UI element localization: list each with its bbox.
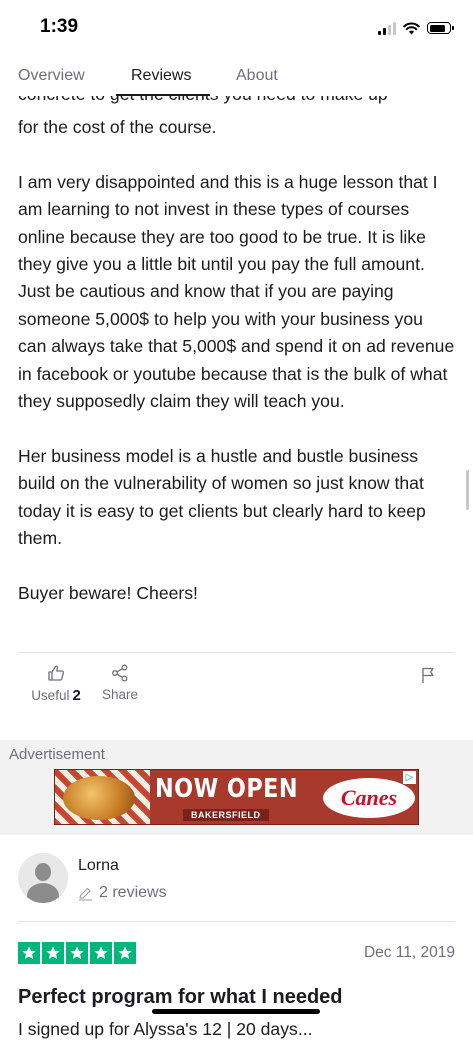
- review-title[interactable]: Perfect program for what I needed: [18, 986, 343, 1009]
- status-icons: [378, 19, 454, 37]
- reviewer-name[interactable]: Lorna: [78, 857, 119, 875]
- ad-food-image: [63, 776, 135, 820]
- status-bar: 1:39: [0, 0, 473, 56]
- pencil-icon: [79, 887, 92, 901]
- home-indicator: [152, 1009, 320, 1014]
- avatar-head-shape: [35, 863, 51, 881]
- thumbs-up-icon: [48, 665, 65, 681]
- ad-location: BAKERSFIELD: [183, 809, 269, 821]
- tab-about[interactable]: About: [236, 67, 278, 85]
- report-button[interactable]: [418, 666, 438, 687]
- divider: [18, 921, 455, 922]
- review-paragraph: Buyer beware! Cheers!: [18, 582, 198, 603]
- scrolled-text-line: concrete to get the clients you need to …: [18, 96, 458, 108]
- share-icon: [112, 664, 128, 682]
- flag-icon: [422, 667, 434, 683]
- review-date: Dec 11, 2019: [363, 944, 455, 961]
- review-paragraph: for the cost of the course.: [18, 117, 217, 137]
- wifi-icon: [403, 21, 420, 34]
- useful-label: Useful: [31, 688, 70, 703]
- advertisement-block: Advertisement NOW OPEN BAKERSFIELD Canes…: [0, 740, 473, 835]
- active-tab-indicator: [116, 94, 210, 96]
- useful-button[interactable]: Useful 2: [28, 664, 84, 704]
- star-icon: [114, 942, 136, 964]
- divider: [18, 652, 455, 653]
- ad-banner[interactable]: NOW OPEN BAKERSFIELD Canes ▷: [54, 769, 419, 825]
- scrollbar-thumb[interactable]: [466, 470, 469, 510]
- ad-headline: NOW OPEN: [155, 774, 299, 804]
- share-label: Share: [101, 687, 139, 702]
- cellular-signal-icon: [378, 21, 396, 35]
- avatar[interactable]: [18, 853, 68, 903]
- useful-count: 2: [72, 687, 81, 704]
- review-paragraph: I am very disappointed and this is a hug…: [18, 171, 455, 412]
- status-time: 1:39: [40, 16, 79, 37]
- reviewer-reviews: 2 reviews: [78, 884, 167, 902]
- star-icon: [42, 942, 64, 964]
- advertisement-label: Advertisement: [9, 746, 105, 763]
- battery-icon: [427, 22, 454, 34]
- ad-brand-logo: Canes: [323, 778, 415, 818]
- tab-bar: Overview Reviews About: [0, 56, 473, 96]
- star-rating: [18, 942, 136, 964]
- star-icon: [90, 942, 112, 964]
- star-icon: [18, 942, 40, 964]
- ad-choices-icon[interactable]: ▷: [403, 771, 416, 784]
- review-actions: Useful 2 Share: [0, 664, 473, 714]
- star-icon: [66, 942, 88, 964]
- review-body: for the cost of the course. I am very di…: [18, 114, 455, 635]
- review-preview-line: I signed up for Alyssa's 12 | 20 days...: [18, 1019, 313, 1039]
- reviewer-header: Lorna 2 reviews: [0, 852, 473, 922]
- ad-brand-text: Canes: [340, 785, 398, 810]
- avatar-body-shape: [27, 883, 59, 903]
- share-button[interactable]: Share: [98, 664, 142, 702]
- tab-reviews[interactable]: Reviews: [131, 67, 191, 85]
- review-paragraph: Her business model is a hustle and bustl…: [18, 445, 426, 549]
- reviews-count: 2 reviews: [99, 884, 167, 901]
- scrolled-text-fragment: concrete to get the clients you need to …: [18, 96, 458, 109]
- tab-overview[interactable]: Overview: [18, 67, 85, 85]
